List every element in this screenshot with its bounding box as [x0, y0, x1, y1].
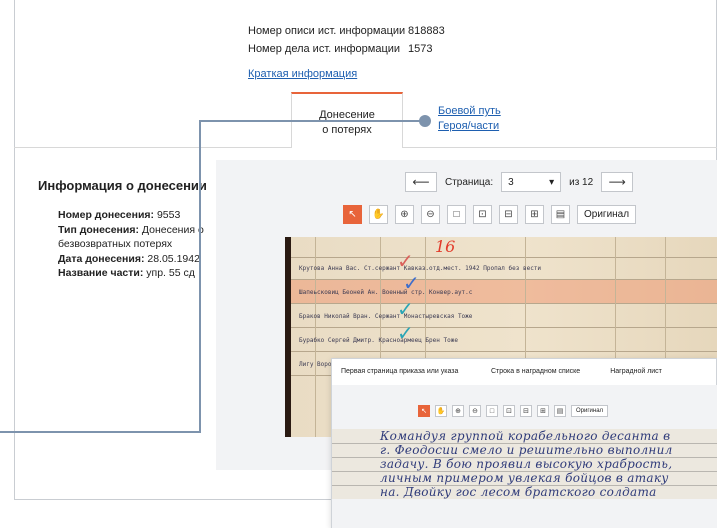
connector-dot — [419, 115, 431, 127]
connector-line — [0, 115, 431, 433]
connector-path — [0, 120, 425, 433]
